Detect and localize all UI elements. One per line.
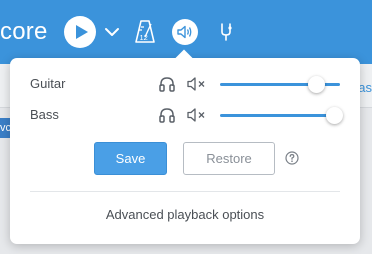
metronome-number: 12: [140, 33, 148, 42]
track-row-bass: Bass: [10, 103, 360, 127]
advanced-playback-link[interactable]: Advanced playback options: [10, 207, 360, 222]
mute-icon[interactable]: [187, 75, 207, 93]
divider: [30, 191, 340, 192]
metronome-icon: 12: [135, 20, 155, 43]
volume-slider-knob[interactable]: [325, 107, 343, 124]
save-button[interactable]: Save: [94, 142, 167, 175]
volume-slider[interactable]: [220, 107, 343, 124]
playback-settings-button[interactable]: [172, 19, 198, 45]
speaker-icon: [177, 25, 192, 39]
background-text: as: [358, 80, 372, 95]
tuning-button[interactable]: [212, 18, 240, 46]
headphones-icon[interactable]: [158, 75, 176, 93]
chevron-down-icon[interactable]: [104, 26, 120, 38]
headphones-icon[interactable]: [158, 106, 176, 124]
mute-icon[interactable]: [187, 106, 207, 124]
tuning-fork-icon: [221, 23, 232, 41]
app-window: core 12 as vc Guitar Bass Save Restore A…: [0, 0, 372, 254]
track-name: Bass: [30, 107, 59, 122]
play-button[interactable]: [64, 16, 96, 48]
volume-slider[interactable]: [220, 76, 340, 93]
metronome-button[interactable]: 12: [131, 18, 159, 46]
volume-slider-knob[interactable]: [307, 76, 325, 93]
restore-button[interactable]: Restore: [183, 142, 275, 175]
app-title: core: [0, 18, 48, 45]
question-circle-icon[interactable]: [285, 151, 299, 165]
track-name: Guitar: [30, 76, 66, 91]
track-row-guitar: Guitar: [10, 72, 360, 96]
play-icon: [75, 25, 88, 39]
playback-mixer-popover: Guitar Bass Save Restore Advanced playba…: [10, 49, 360, 244]
